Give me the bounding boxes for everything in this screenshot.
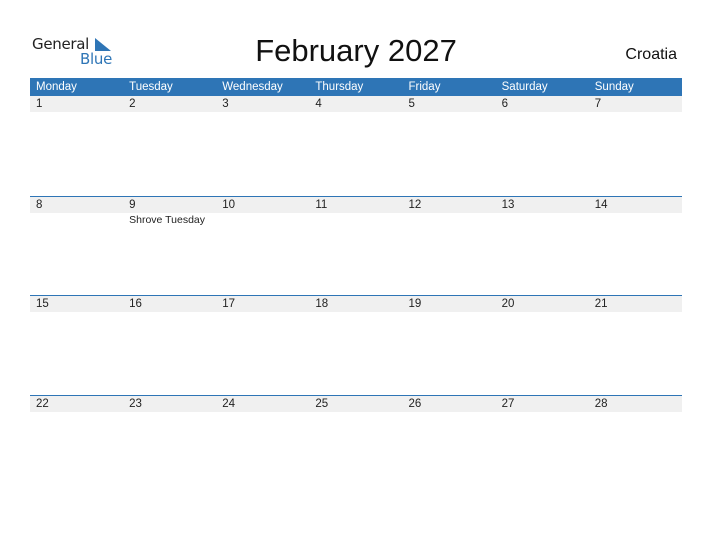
- day-number: 6: [501, 98, 509, 110]
- day-event: [123, 412, 216, 413]
- events-row: [30, 412, 682, 413]
- day-number: 10: [222, 198, 236, 211]
- day-number: 8: [36, 198, 43, 211]
- day-event: [403, 112, 496, 113]
- date-bar: 1 2 3 4 5 6 7: [30, 96, 682, 112]
- day-event: [123, 112, 216, 113]
- date-bar: 15 16 17 18 19 20 21: [30, 296, 682, 312]
- weekday-sunday: Sunday: [594, 81, 634, 93]
- weekday-wednesday: Wednesday: [222, 81, 283, 93]
- day-number: 22: [36, 397, 49, 410]
- day-number: 12: [408, 198, 422, 211]
- day-event: [309, 213, 402, 226]
- day-event: [589, 412, 682, 413]
- day-number: 19: [408, 298, 422, 310]
- day-number: 25: [315, 397, 329, 410]
- day-event: [496, 112, 589, 113]
- day-number: 13: [501, 198, 515, 211]
- day-number: 4: [315, 98, 322, 110]
- day-event: [403, 412, 496, 413]
- day-event: Shrove Tuesday: [129, 213, 206, 226]
- day-number: 21: [594, 298, 608, 310]
- day-number: 27: [501, 397, 515, 410]
- day-number: 15: [36, 298, 49, 310]
- day-event: [216, 312, 309, 313]
- day-event: [589, 213, 682, 226]
- day-event: [30, 412, 123, 413]
- weekday-friday: Friday: [408, 81, 441, 93]
- weeks-container: 1 2 3 4 5 6 7 8 9 10 11 12 13 14 Shrove Tuesday 15 16 17 1…: [30, 96, 682, 494]
- date-bar: 22 23 24 25 26 27 28: [30, 395, 682, 412]
- week-row: 1 2 3 4 5 6 7: [30, 96, 682, 196]
- day-event: [403, 213, 496, 226]
- day-event: [309, 412, 402, 413]
- weekday-monday: Monday: [36, 81, 77, 93]
- weekday-thursday: Thursday: [315, 81, 364, 93]
- day-event: [496, 412, 589, 413]
- day-number: 1: [36, 98, 43, 110]
- day-number: 9: [129, 198, 136, 211]
- day-number: 28: [594, 397, 608, 410]
- week-row: 15 16 17 18 19 20 21: [30, 295, 682, 395]
- day-number: 5: [408, 98, 415, 110]
- day-number: 18: [315, 298, 329, 310]
- events-row: [30, 112, 682, 113]
- calendar-title: February 2027: [255, 33, 457, 68]
- events-row: [30, 312, 682, 313]
- day-event: [216, 412, 309, 413]
- events-row: Shrove Tuesday: [30, 213, 682, 226]
- day-event: [123, 312, 216, 313]
- country-label: Croatia: [625, 46, 677, 63]
- day-number: 17: [222, 298, 236, 310]
- day-event: [403, 312, 496, 313]
- weekday-header: Monday Tuesday Wednesday Thursday Friday…: [30, 78, 682, 96]
- week-row: 8 9 10 11 12 13 14 Shrove Tuesday: [30, 195, 682, 296]
- day-number: 23: [129, 397, 142, 410]
- date-bar: 8 9 10 11 12 13 14: [30, 196, 682, 213]
- weekday-saturday: Saturday: [501, 81, 548, 93]
- day-number: 3: [222, 98, 229, 110]
- day-event: [30, 213, 123, 226]
- week-row: 22 23 24 25 26 27 28: [30, 394, 682, 495]
- day-number: 14: [594, 198, 608, 211]
- day-number: 7: [594, 98, 602, 110]
- day-event: [30, 112, 123, 113]
- day-event: [589, 312, 682, 313]
- day-event: [589, 112, 682, 113]
- day-event: [496, 213, 589, 226]
- day-number: 11: [315, 198, 328, 211]
- day-event: [309, 312, 402, 313]
- day-event: [496, 312, 589, 313]
- calendar-grid: Monday Tuesday Wednesday Thursday Friday…: [30, 78, 682, 494]
- day-number: 26: [408, 397, 422, 410]
- day-number: 2: [129, 98, 136, 110]
- day-event: [309, 112, 402, 113]
- day-number: 20: [501, 298, 515, 310]
- day-number: 24: [222, 397, 236, 410]
- day-event: [216, 213, 309, 226]
- day-event: [216, 112, 309, 113]
- day-event: [30, 312, 123, 313]
- weekday-tuesday: Tuesday: [129, 81, 173, 93]
- day-number: 16: [129, 298, 142, 310]
